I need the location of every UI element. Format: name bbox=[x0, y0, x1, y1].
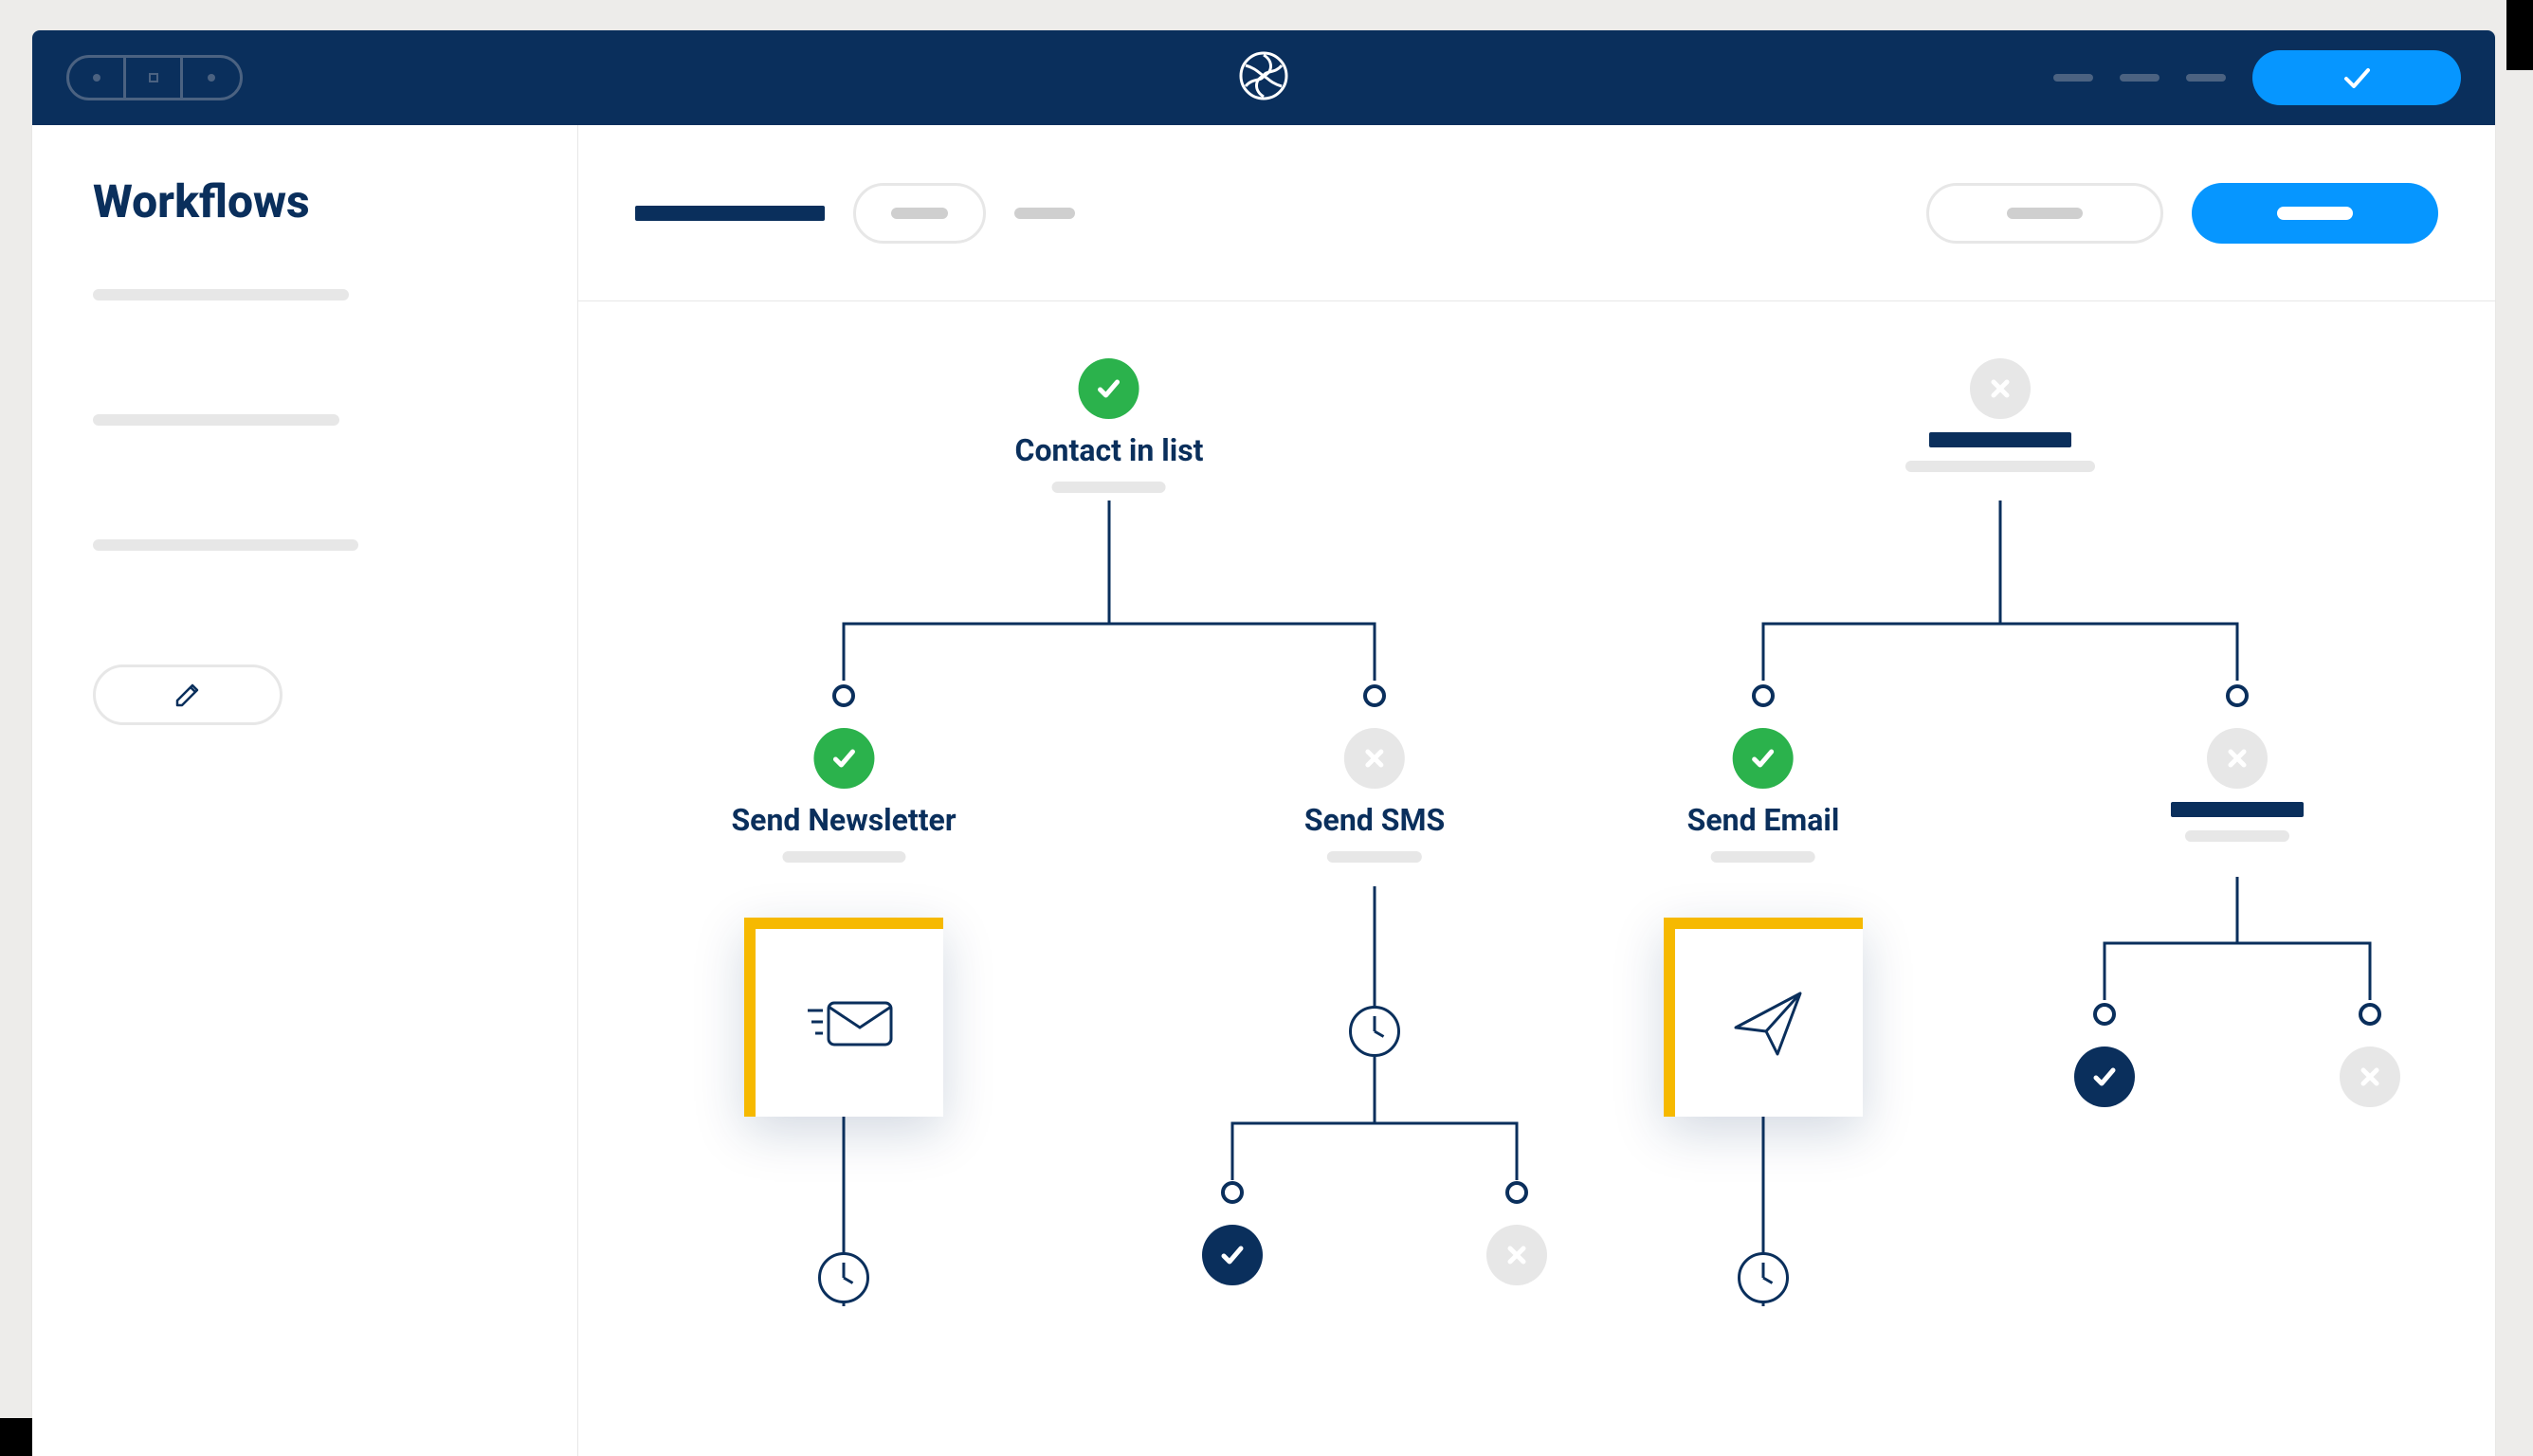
action-card-newsletter[interactable] bbox=[744, 918, 943, 1117]
edit-button[interactable] bbox=[93, 664, 282, 725]
close-icon bbox=[1486, 1225, 1547, 1285]
close-icon bbox=[1970, 358, 2031, 419]
node-branch-yes[interactable] bbox=[2074, 1046, 2135, 1107]
topbar bbox=[32, 30, 2495, 125]
workflow-port[interactable] bbox=[2226, 684, 2249, 707]
close-icon bbox=[2340, 1046, 2400, 1107]
tab-pill[interactable] bbox=[853, 183, 986, 244]
wait-step-icon[interactable] bbox=[1738, 1252, 1789, 1303]
check-icon bbox=[1733, 728, 1794, 789]
sidebar-item[interactable] bbox=[93, 414, 339, 426]
action-card-email[interactable] bbox=[1664, 918, 1863, 1117]
tab-active[interactable] bbox=[635, 206, 825, 221]
window-dot-icon bbox=[69, 58, 126, 98]
wait-step-icon[interactable] bbox=[818, 1252, 869, 1303]
main-toolbar bbox=[578, 125, 2495, 301]
node-branch-no[interactable] bbox=[2340, 1046, 2400, 1107]
node-contact-in-list[interactable]: Contact in list bbox=[1015, 358, 1204, 493]
workflow-port[interactable] bbox=[1363, 684, 1386, 707]
nav-placeholder[interactable] bbox=[2120, 74, 2159, 82]
sidebar-item[interactable] bbox=[93, 539, 358, 551]
node-send-newsletter[interactable]: Send Newsletter bbox=[731, 728, 956, 863]
app-logo-icon bbox=[1237, 49, 1290, 106]
node-branch-yes[interactable] bbox=[1202, 1225, 1263, 1285]
window-controls[interactable] bbox=[66, 55, 243, 100]
workflow-port[interactable] bbox=[1505, 1181, 1528, 1204]
primary-button[interactable] bbox=[2192, 183, 2438, 244]
workflow-port[interactable] bbox=[1221, 1181, 1244, 1204]
close-icon bbox=[1344, 728, 1405, 789]
workflow-port[interactable] bbox=[2359, 1003, 2381, 1026]
tab-item[interactable] bbox=[1014, 208, 1075, 219]
node-placeholder[interactable] bbox=[2171, 728, 2304, 842]
workflow-port[interactable] bbox=[2093, 1003, 2116, 1026]
node-branch-no[interactable] bbox=[1486, 1225, 1547, 1285]
confirm-button[interactable] bbox=[2252, 50, 2461, 105]
window-square-icon bbox=[126, 58, 183, 98]
node-send-sms[interactable]: Send SMS bbox=[1304, 728, 1445, 863]
check-icon bbox=[813, 728, 874, 789]
paper-plane-icon bbox=[1726, 980, 1812, 1065]
workflow-port[interactable] bbox=[1752, 684, 1775, 707]
workflow-canvas[interactable]: Contact in list Send Newsletter bbox=[578, 301, 2495, 1456]
check-icon bbox=[1202, 1225, 1263, 1285]
secondary-button[interactable] bbox=[1926, 183, 2163, 244]
nav-placeholder[interactable] bbox=[2186, 74, 2226, 82]
sidebar: Workflows bbox=[32, 125, 578, 1456]
main-panel: Contact in list Send Newsletter bbox=[578, 125, 2495, 1456]
node-send-email[interactable]: Send Email bbox=[1687, 728, 1840, 863]
sidebar-item[interactable] bbox=[93, 289, 349, 300]
envelope-icon bbox=[802, 990, 897, 1056]
close-icon bbox=[2207, 728, 2268, 789]
nav-placeholder[interactable] bbox=[2053, 74, 2093, 82]
check-icon bbox=[2074, 1046, 2135, 1107]
page-title: Workflows bbox=[93, 174, 517, 228]
node-placeholder[interactable] bbox=[1905, 358, 2095, 472]
wait-step-icon[interactable] bbox=[1349, 1006, 1400, 1057]
workflow-port[interactable] bbox=[832, 684, 855, 707]
window-dot-icon bbox=[183, 58, 240, 98]
app-window: Workflows bbox=[32, 30, 2495, 1456]
pencil-icon bbox=[172, 679, 204, 711]
check-icon bbox=[1079, 358, 1139, 419]
